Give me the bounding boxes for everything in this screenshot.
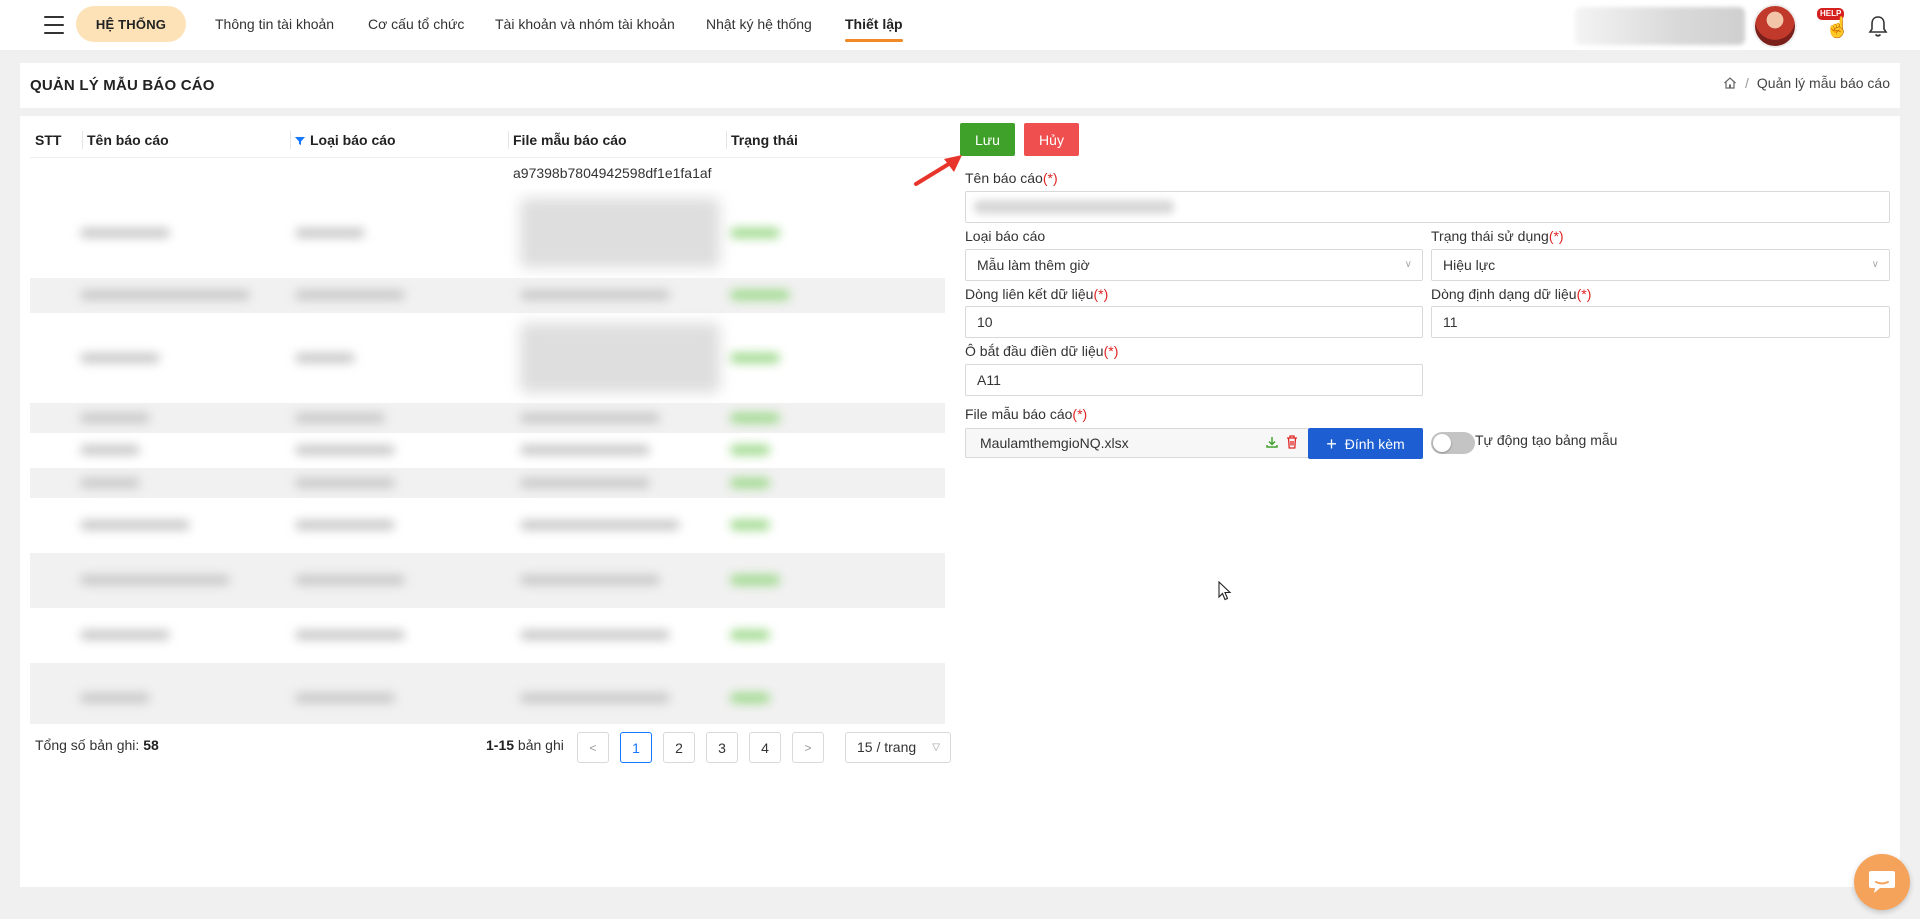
format-row-label: Dòng định dạng dữ liệu(*) [1431, 286, 1592, 302]
page-button-1[interactable]: 1 [620, 732, 652, 763]
status-label: Trạng thái sử dụng(*) [1431, 228, 1564, 244]
table-row[interactable] [30, 403, 945, 433]
breadcrumb: / Quản lý mẫu báo cáo [1723, 75, 1890, 91]
chevron-down-icon: ▽ [932, 742, 940, 753]
attach-label: Đính kèm [1344, 435, 1405, 452]
total-count: 58 [143, 737, 159, 753]
table-row[interactable] [30, 433, 945, 468]
filter-icon[interactable] [295, 136, 305, 146]
auto-create-label: Tự động tạo bảng mẫu [1475, 432, 1618, 448]
nav-org-structure[interactable]: Cơ cấu tổ chức [368, 0, 464, 50]
table-row[interactable] [30, 188, 945, 278]
column-header-stt: STT [35, 132, 62, 148]
bell-icon[interactable] [1867, 14, 1889, 38]
page-title: QUẢN LÝ MẪU BÁO CÁO [30, 77, 215, 94]
page-size-select[interactable]: 15 / trang ▽ [845, 732, 951, 763]
nav-settings[interactable]: Thiết lập [845, 0, 903, 50]
page-header: QUẢN LÝ MẪU BÁO CÁO / Quản lý mẫu báo cá… [20, 63, 1900, 108]
prev-page-button[interactable]: < [577, 732, 609, 763]
nav-account-info[interactable]: Thông tin tài khoản [215, 0, 334, 50]
next-page-button[interactable]: > [792, 732, 824, 763]
breadcrumb-separator: / [1745, 75, 1749, 91]
name-input[interactable] [965, 191, 1890, 223]
table-row[interactable] [30, 608, 945, 663]
home-icon[interactable] [1723, 76, 1737, 90]
total-records: Tổng số bản ghi: 58 [35, 737, 159, 753]
status-value: Hiệu lực [1443, 257, 1496, 273]
attach-file-button[interactable]: + Đính kèm [1308, 428, 1423, 459]
link-row-input[interactable]: 10 [965, 306, 1423, 338]
user-name-redacted [1575, 7, 1745, 45]
file-name[interactable]: MaulamthemgioNQ.xlsx [980, 435, 1129, 451]
table-row[interactable] [30, 553, 945, 608]
record-range: 1-15 bản ghi [486, 737, 564, 753]
page-button-3[interactable]: 3 [706, 732, 738, 763]
chat-icon [1869, 871, 1895, 893]
table-row[interactable] [30, 468, 945, 498]
name-value-redacted [974, 200, 1174, 214]
download-icon[interactable] [1265, 435, 1279, 449]
auto-create-toggle[interactable] [1431, 432, 1475, 454]
avatar[interactable] [1753, 4, 1797, 48]
chevron-down-icon: ∨ [1404, 259, 1412, 270]
type-select[interactable]: Mẫu làm thêm giờ ∨ [965, 249, 1423, 281]
start-cell-label: Ô bắt đầu điền dữ liệu(*) [965, 343, 1119, 359]
menu-icon[interactable] [44, 16, 64, 34]
column-header-name[interactable]: Tên báo cáo [82, 122, 290, 158]
table-row[interactable] [30, 663, 945, 724]
range-suffix: bản ghi [517, 737, 564, 753]
help-icon[interactable]: HELP ☝ [1817, 8, 1850, 42]
name-label: Tên báo cáo(*) [965, 170, 1058, 186]
main-content: STT Tên báo cáo Loại báo cáo File mẫu bá… [20, 116, 1900, 887]
nav-system-log[interactable]: Nhật ký hệ thống [706, 0, 812, 50]
table-rows-redacted [30, 188, 945, 724]
mouse-cursor-icon [1218, 581, 1232, 601]
type-value: Mẫu làm thêm giờ [977, 257, 1090, 273]
page-button-2[interactable]: 2 [663, 732, 695, 763]
page-size-value: 15 / trang [857, 739, 917, 755]
link-row-label: Dòng liên kết dữ liệu(*) [965, 286, 1109, 302]
total-label: Tổng số bản ghi: [35, 737, 140, 753]
breadcrumb-current: Quản lý mẫu báo cáo [1756, 75, 1890, 91]
column-header-type[interactable]: Loại báo cáo [290, 122, 508, 158]
cancel-button[interactable]: Hủy [1024, 123, 1079, 156]
save-button[interactable]: Lưu [960, 123, 1015, 156]
plus-icon: + [1326, 433, 1337, 454]
report-template-table: STT Tên báo cáo Loại báo cáo File mẫu bá… [30, 122, 955, 724]
table-row[interactable] [30, 498, 945, 553]
chat-button[interactable] [1854, 854, 1910, 910]
chevron-down-icon: ∨ [1871, 259, 1879, 270]
nav-accounts-groups[interactable]: Tài khoản và nhóm tài khoản [495, 0, 675, 50]
page-button-4[interactable]: 4 [749, 732, 781, 763]
system-module-button[interactable]: HỆ THỐNG [76, 6, 186, 42]
start-cell-input[interactable]: A11 [965, 364, 1423, 396]
format-row-input[interactable]: 11 [1431, 306, 1890, 338]
table-row[interactable] [30, 278, 945, 313]
column-header-type-label: Loại báo cáo [310, 132, 396, 148]
top-navbar: HỆ THỐNG Thông tin tài khoản Cơ cấu tổ c… [0, 0, 1920, 50]
annotation-arrow-icon [914, 155, 962, 186]
range-value: 1-15 [486, 737, 515, 753]
table-row[interactable]: a97398b7804942598df1e1fa1af [30, 159, 955, 187]
file-attachment: MaulamthemgioNQ.xlsx [965, 428, 1309, 458]
status-select[interactable]: Hiệu lực ∨ [1431, 249, 1890, 281]
delete-icon[interactable] [1285, 434, 1299, 450]
hand-pointer-icon: ☝ [1825, 17, 1850, 39]
table-row[interactable] [30, 313, 945, 403]
column-header-file: File mẫu báo cáo [508, 122, 726, 158]
file-label: File mẫu báo cáo(*) [965, 406, 1088, 422]
table-header: STT Tên báo cáo Loại báo cáo File mẫu bá… [30, 122, 955, 158]
file-cell: a97398b7804942598df1e1fa1af [513, 165, 712, 181]
type-label: Loại báo cáo [965, 228, 1046, 244]
